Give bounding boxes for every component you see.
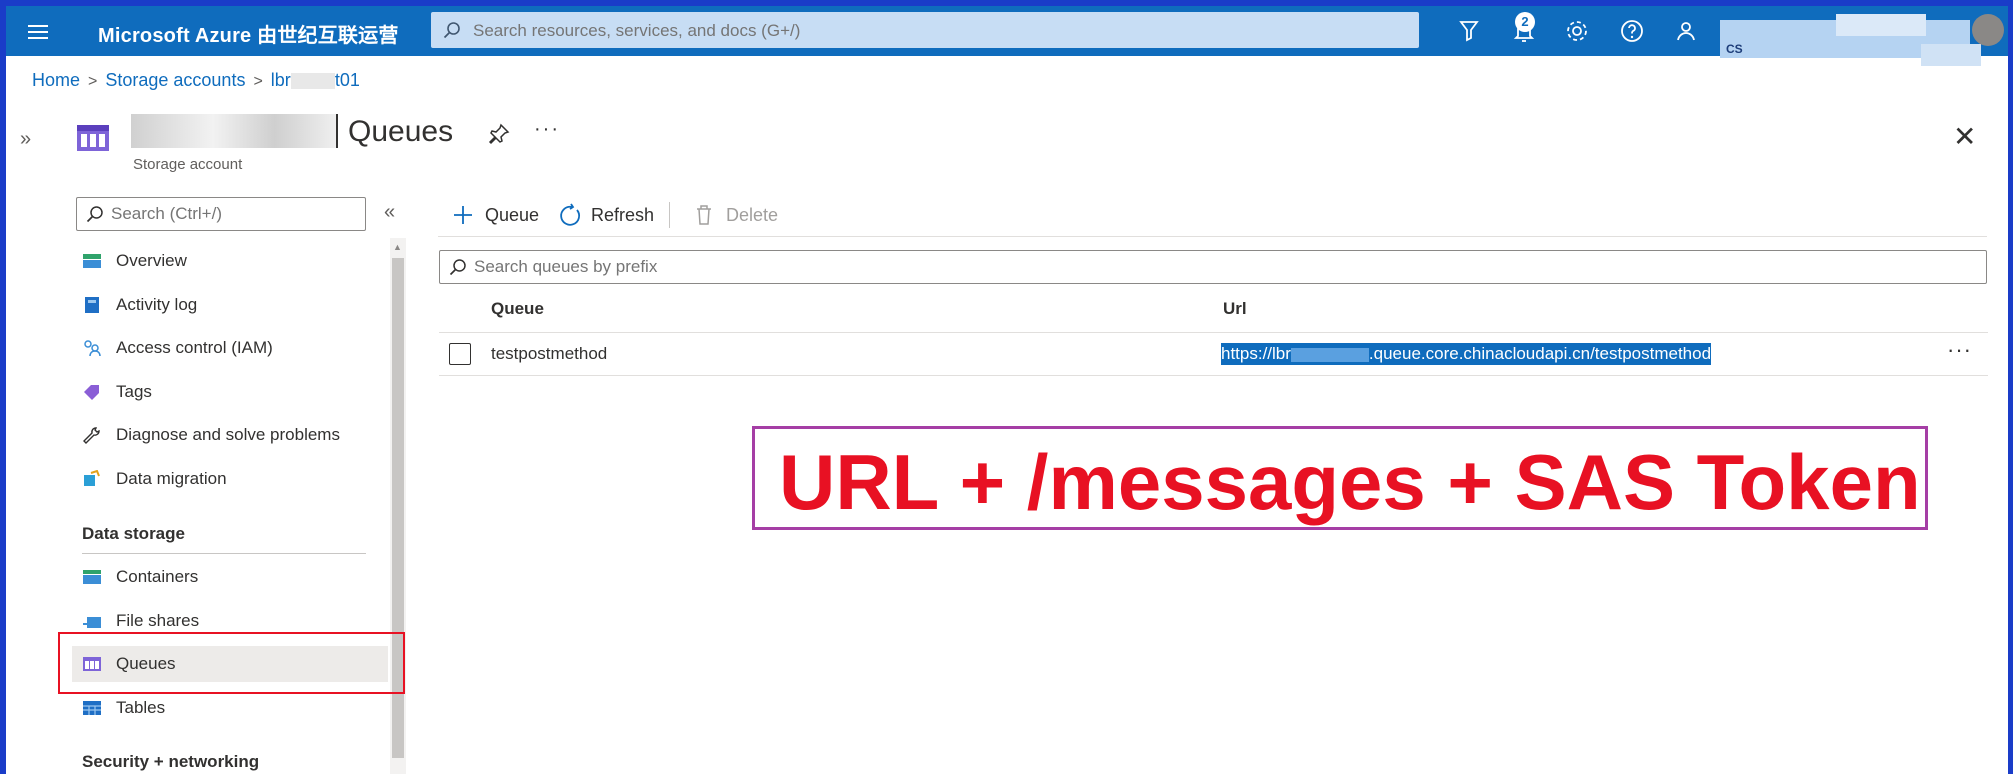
nav-item-diagnose[interactable]: Diagnose and solve problems <box>72 417 388 453</box>
nav-item-overview[interactable]: Overview <box>72 243 388 279</box>
highlight-box-queues <box>58 632 405 694</box>
refresh-icon <box>560 203 580 226</box>
nav-item-activity-log[interactable]: Activity log <box>72 287 388 323</box>
breadcrumb-storage-accounts[interactable]: Storage accounts <box>105 70 245 90</box>
table-row[interactable]: testpostmethod https://lbr .queue.core.ch… <box>439 333 1988 376</box>
file-shares-icon <box>83 617 101 628</box>
overview-icon <box>83 254 101 268</box>
toolbar-divider <box>438 236 1987 237</box>
close-icon[interactable]: ✕ <box>1953 120 1976 153</box>
title-separator <box>336 114 338 148</box>
column-header-queue[interactable]: Queue <box>491 299 544 319</box>
nav-item-tags[interactable]: Tags <box>72 374 388 410</box>
help-icon[interactable] <box>1619 18 1645 44</box>
queue-search-box[interactable] <box>439 250 1987 284</box>
feedback-icon[interactable] <box>1673 18 1699 44</box>
breadcrumb: Home > Storage accounts > lbr t01 <box>32 70 360 91</box>
data-migration-icon <box>84 470 100 486</box>
annotation-text: URL + /messages + SAS Token <box>779 438 1921 526</box>
nav-divider <box>82 553 366 554</box>
nav-section-security: Security + networking <box>82 752 260 771</box>
settings-gear-icon[interactable] <box>1564 18 1590 44</box>
notification-badge: 2 <box>1515 12 1535 32</box>
tag-icon <box>84 385 99 400</box>
nav-search-input[interactable] <box>109 198 363 230</box>
breadcrumb-account[interactable]: lbr t01 <box>271 70 360 90</box>
menu-icon[interactable] <box>28 21 48 41</box>
account-text: CS <box>1726 42 1743 56</box>
global-search-input[interactable] <box>471 12 1405 50</box>
row-checkbox[interactable] <box>449 343 471 365</box>
account-name-redacted <box>131 114 336 148</box>
containers-icon <box>83 570 101 584</box>
annotation-box: URL + /messages + SAS Token <box>752 426 1928 530</box>
brand-title[interactable]: Microsoft Azure 由世纪互联运营 <box>98 19 399 48</box>
row-more-icon[interactable]: ··· <box>1947 337 1972 363</box>
cloud-shell-filter-icon[interactable] <box>1456 18 1482 44</box>
nav-item-access-control[interactable]: Access control (IAM) <box>72 330 388 366</box>
queue-url[interactable]: https://lbr .queue.core.chinacloudapi.cn/… <box>1221 343 1712 365</box>
nav-search-box[interactable] <box>76 197 366 231</box>
queues-icon <box>77 125 109 151</box>
search-icon <box>449 259 466 276</box>
chevron-right-icon: > <box>253 73 263 90</box>
nav-section-data-storage: Data storage <box>82 524 185 543</box>
url-redacted <box>1290 347 1369 362</box>
activity-log-icon <box>85 297 99 313</box>
account-menu[interactable]: CS <box>1716 14 1986 66</box>
nav-item-data-migration[interactable]: Data migration <box>72 461 388 497</box>
iam-icon <box>84 340 101 357</box>
page-title: Queues <box>348 115 454 148</box>
queue-name[interactable]: testpostmethod <box>491 344 607 364</box>
nav-item-containers[interactable]: Containers <box>72 559 388 595</box>
wrench-icon <box>83 427 100 444</box>
nav-item-tables[interactable]: Tables <box>72 690 388 726</box>
global-search-box[interactable] <box>431 12 1419 50</box>
trash-icon <box>697 205 711 225</box>
top-bar: Microsoft Azure 由世纪互联运营 2 CS <box>6 6 2008 66</box>
scroll-up-icon[interactable]: ▲ <box>393 242 402 252</box>
search-icon <box>443 22 460 39</box>
avatar[interactable] <box>1972 14 2004 46</box>
tables-icon <box>83 701 101 715</box>
pin-icon[interactable] <box>488 123 510 145</box>
column-header-url[interactable]: Url <box>1223 299 1247 319</box>
portal-window: Microsoft Azure 由世纪互联运营 2 CS Home > Storag… <box>6 6 2008 774</box>
breadcrumb-home[interactable]: Home <box>32 70 80 90</box>
plus-icon <box>454 206 472 224</box>
toolbar-separator <box>669 202 670 228</box>
chevron-right-icon: > <box>88 73 98 90</box>
more-options-icon[interactable]: ··· <box>534 118 560 141</box>
page-subtitle: Storage account <box>133 156 243 173</box>
expand-menu-icon[interactable]: » <box>20 128 31 151</box>
collapse-menu-icon[interactable]: « <box>384 201 395 224</box>
queue-search-input[interactable] <box>472 251 1976 283</box>
search-icon <box>86 206 103 223</box>
